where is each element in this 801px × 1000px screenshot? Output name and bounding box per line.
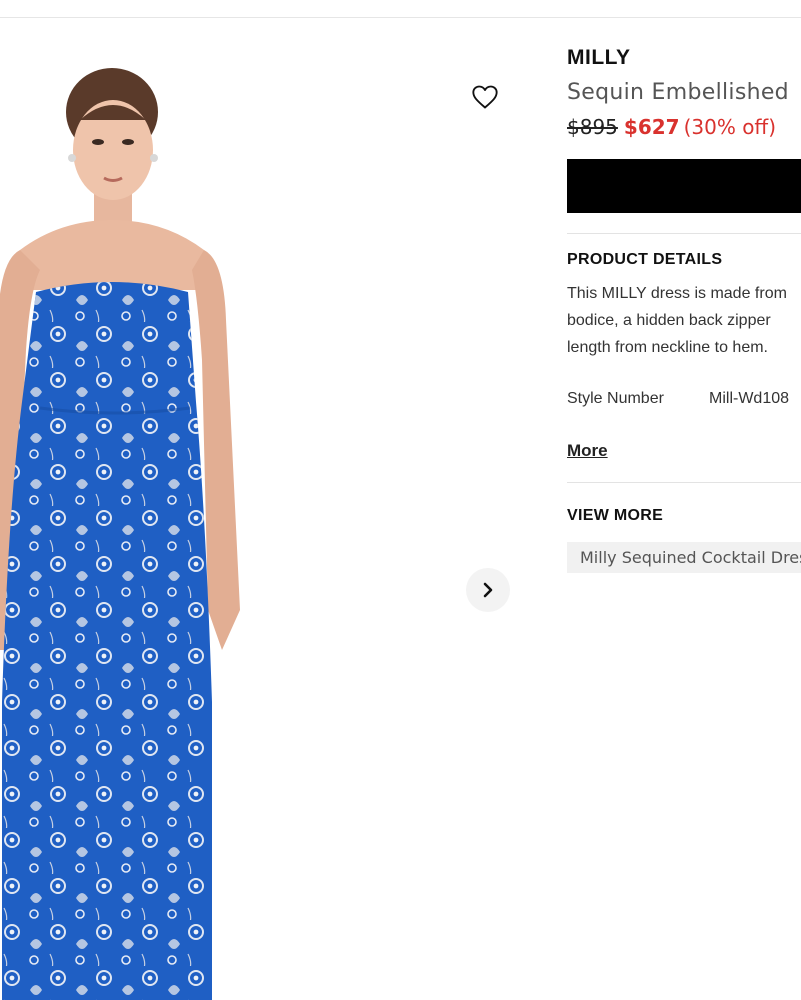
- description-line: length from neckline to hem.: [567, 339, 768, 356]
- related-category-chip[interactable]: Milly Sequined Cocktail Dres: [567, 542, 801, 573]
- price-row: $895 $627 (30% off): [567, 115, 801, 139]
- product-description: This MILLY dress is made from bodice, a …: [567, 280, 801, 361]
- style-number-value: Mill-Wd108: [709, 390, 790, 407]
- wishlist-button[interactable]: [470, 82, 500, 112]
- style-number-label: Style Number: [567, 390, 664, 407]
- add-to-bag-button[interactable]: [567, 159, 801, 213]
- product-name: Sequin Embellished: [567, 80, 789, 105]
- original-price: $895: [567, 115, 618, 139]
- chevron-right-icon: [483, 582, 493, 598]
- product-details-heading: PRODUCT DETAILS: [567, 251, 723, 268]
- next-image-button[interactable]: [466, 568, 510, 612]
- section-divider: [567, 482, 801, 483]
- more-details-link[interactable]: More: [567, 441, 608, 461]
- view-more-heading: VIEW MORE: [567, 507, 664, 524]
- product-info: MILLY Sequin Embellished $895 $627 (30% of…: [567, 40, 801, 573]
- description-line: bodice, a hidden back zipper: [567, 312, 771, 329]
- sale-price: $627: [623, 115, 680, 139]
- heart-outline-icon: [472, 85, 498, 109]
- product-photo: [0, 68, 240, 1000]
- discount-label: (30% off): [683, 115, 777, 139]
- brand-name[interactable]: MILLY: [567, 46, 801, 70]
- description-line: This MILLY dress is made from: [567, 285, 787, 302]
- section-divider: [567, 233, 801, 234]
- product-image-gallery: [0, 18, 520, 1000]
- style-number-row: Style Number Mill-Wd108: [567, 390, 801, 408]
